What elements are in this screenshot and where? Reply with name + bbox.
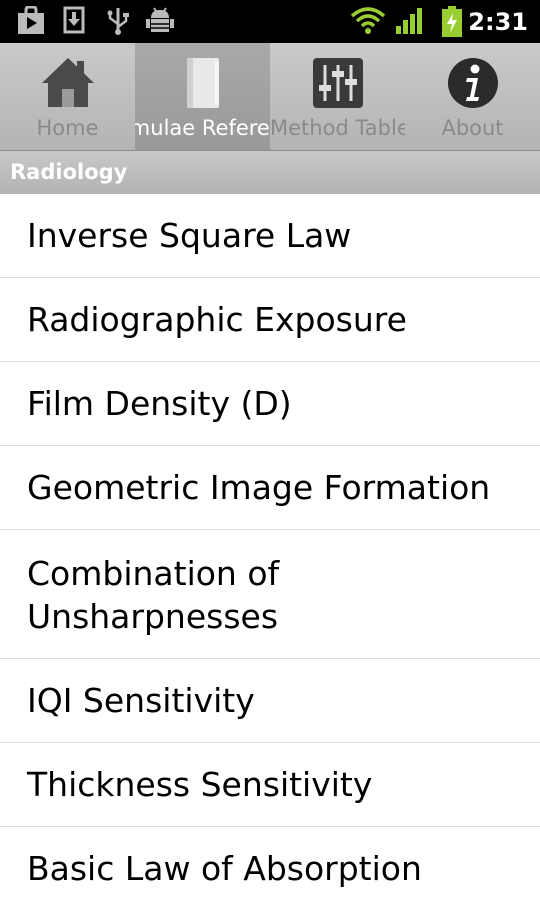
info-icon bbox=[447, 58, 498, 108]
tab-home[interactable]: Home bbox=[0, 43, 135, 150]
tab-formulae-reference-label: Formulae Reference bbox=[135, 116, 270, 140]
book-icon bbox=[186, 58, 219, 108]
section-title: Radiology bbox=[10, 160, 128, 184]
signal-icon bbox=[396, 8, 422, 34]
usb-icon bbox=[107, 8, 129, 35]
list-item-iqi-sensitivity[interactable]: IQI Sensitivity bbox=[0, 659, 540, 743]
tab-formulae-reference[interactable]: Formulae Reference bbox=[135, 43, 270, 150]
battery-charging-icon bbox=[442, 6, 462, 37]
tab-about[interactable]: About bbox=[405, 43, 540, 150]
list-item-label: Combination of Unsharpnesses bbox=[27, 554, 280, 636]
tab-method-table-label: Method Table bbox=[270, 116, 405, 140]
list-item-film-density[interactable]: Film Density (D) bbox=[0, 362, 540, 446]
tab-about-label: About bbox=[441, 116, 504, 140]
list-item-combination-of-unsharpnesses[interactable]: Combination of Unsharpnesses bbox=[0, 530, 540, 659]
formula-list: Inverse Square Law Radiographic Exposure… bbox=[0, 194, 540, 917]
android-debug-icon bbox=[146, 7, 174, 32]
bag-icon bbox=[18, 6, 44, 34]
list-item-radiographic-exposure[interactable]: Radiographic Exposure bbox=[0, 278, 540, 362]
list-item-thickness-sensitivity[interactable]: Thickness Sensitivity bbox=[0, 743, 540, 827]
section-header: Radiology bbox=[0, 151, 540, 194]
download-icon bbox=[63, 6, 85, 34]
status-bar: 2:31 bbox=[0, 0, 540, 43]
list-item-geometric-image-formation[interactable]: Geometric Image Formation bbox=[0, 446, 540, 530]
wifi-icon bbox=[350, 7, 386, 34]
tab-bar: Home Formulae Reference Method Table Abo bbox=[0, 43, 540, 151]
list-item-basic-law-of-absorption[interactable]: Basic Law of Absorption bbox=[0, 827, 540, 917]
home-icon bbox=[41, 58, 94, 107]
tab-method-table[interactable]: Method Table bbox=[270, 43, 405, 150]
equalizer-icon bbox=[312, 58, 363, 108]
tab-home-label: Home bbox=[36, 116, 99, 140]
status-time: 2:31 bbox=[468, 8, 528, 36]
list-item-inverse-square-law[interactable]: Inverse Square Law bbox=[0, 194, 540, 278]
